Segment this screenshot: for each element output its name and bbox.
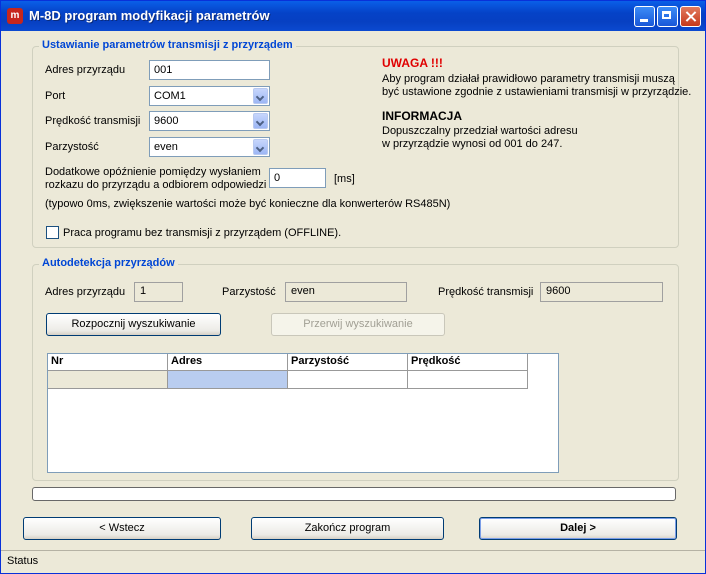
speed-select[interactable]: 9600 <box>149 111 270 131</box>
transmission-group-title: Ustawianie parametrów transmisji z przyr… <box>39 39 296 51</box>
autodetect-address-label: Adres przyrządu <box>45 286 126 298</box>
offline-checkbox[interactable] <box>46 226 59 239</box>
stop-search-button: Przerwij wyszukiwanie <box>271 313 445 336</box>
exit-program-button[interactable]: Zakończ program <box>251 517 444 540</box>
delay-input[interactable]: 0 <box>269 168 326 188</box>
delay-hint: (typowo 0ms, zwiększenie wartości może b… <box>45 198 451 210</box>
port-select[interactable]: COM1 <box>149 86 270 106</box>
maximize-button[interactable] <box>657 6 678 27</box>
autodetect-address-value: 1 <box>134 282 183 302</box>
autodetect-parity-value: even <box>285 282 407 302</box>
port-select-value: COM1 <box>154 90 186 102</box>
status-text: Status <box>7 555 39 567</box>
start-search-button[interactable]: Rozpocznij wyszukiwanie <box>46 313 221 336</box>
minimize-button[interactable] <box>634 6 655 27</box>
speed-label: Prędkość transmisji <box>45 115 141 127</box>
autodetect-group-title: Autodetekcja przyrządów <box>39 257 178 269</box>
warning-line1: Aby program działał prawidłowo parametry… <box>382 73 675 85</box>
chevron-down-icon[interactable] <box>253 113 268 129</box>
warning-line2: być ustawione zgodnie z ustawieniami tra… <box>382 86 692 98</box>
status-bar: Status <box>1 550 705 573</box>
progress-bar <box>32 487 676 501</box>
table-row-header-cell[interactable] <box>48 371 168 389</box>
main-window: m M-8D program modyfikacji parametrów Us… <box>0 0 706 574</box>
speed-select-value: 9600 <box>154 115 179 127</box>
port-label: Port <box>45 90 66 102</box>
address-label: Adres przyrządu <box>45 64 126 76</box>
info-line1: Dopuszczalny przedział wartości adresu <box>382 125 578 137</box>
chevron-down-icon[interactable] <box>253 88 268 104</box>
delay-label-line1: Dodatkowe opóźnienie pomiędzy wysłaniem <box>45 166 261 178</box>
column-header-address[interactable]: Adres <box>168 354 288 371</box>
address-input[interactable]: 001 <box>149 60 270 80</box>
offline-label[interactable]: Praca programu bez transmisji z przyrząd… <box>63 227 341 239</box>
autodetect-speed-label: Prędkość transmisji <box>438 286 534 298</box>
window-title: M-8D program modyfikacji parametrów <box>29 8 270 23</box>
column-header-parity[interactable]: Parzystość <box>288 354 408 371</box>
delay-label-line2: rozkazu do przyrządu a odbiorem odpowied… <box>45 179 267 191</box>
parity-select-value: even <box>154 141 178 153</box>
column-header-speed[interactable]: Prędkość <box>408 354 528 371</box>
title-bar[interactable]: m M-8D program modyfikacji parametrów <box>1 1 705 31</box>
info-title: INFORMACJA <box>382 109 462 123</box>
table-cell-selected[interactable] <box>168 371 288 389</box>
parity-label: Parzystość <box>45 141 99 153</box>
column-header-nr[interactable]: Nr <box>48 354 168 371</box>
results-table[interactable]: Nr Adres Parzystość Prędkość <box>47 353 559 473</box>
chevron-down-icon[interactable] <box>253 139 268 155</box>
delay-unit: [ms] <box>334 173 355 185</box>
table-cell[interactable] <box>288 371 408 389</box>
warning-title: UWAGA !!! <box>382 56 443 70</box>
parity-select[interactable]: even <box>149 137 270 157</box>
next-button[interactable]: Dalej > <box>479 517 677 540</box>
back-button[interactable]: < Wstecz <box>23 517 221 540</box>
close-button[interactable] <box>680 6 701 27</box>
autodetect-speed-value: 9600 <box>540 282 663 302</box>
table-cell[interactable] <box>408 371 528 389</box>
app-icon: m <box>7 8 23 24</box>
info-line2: w przyrządzie wynosi od 001 do 247. <box>382 138 563 150</box>
autodetect-parity-label: Parzystość <box>222 286 276 298</box>
